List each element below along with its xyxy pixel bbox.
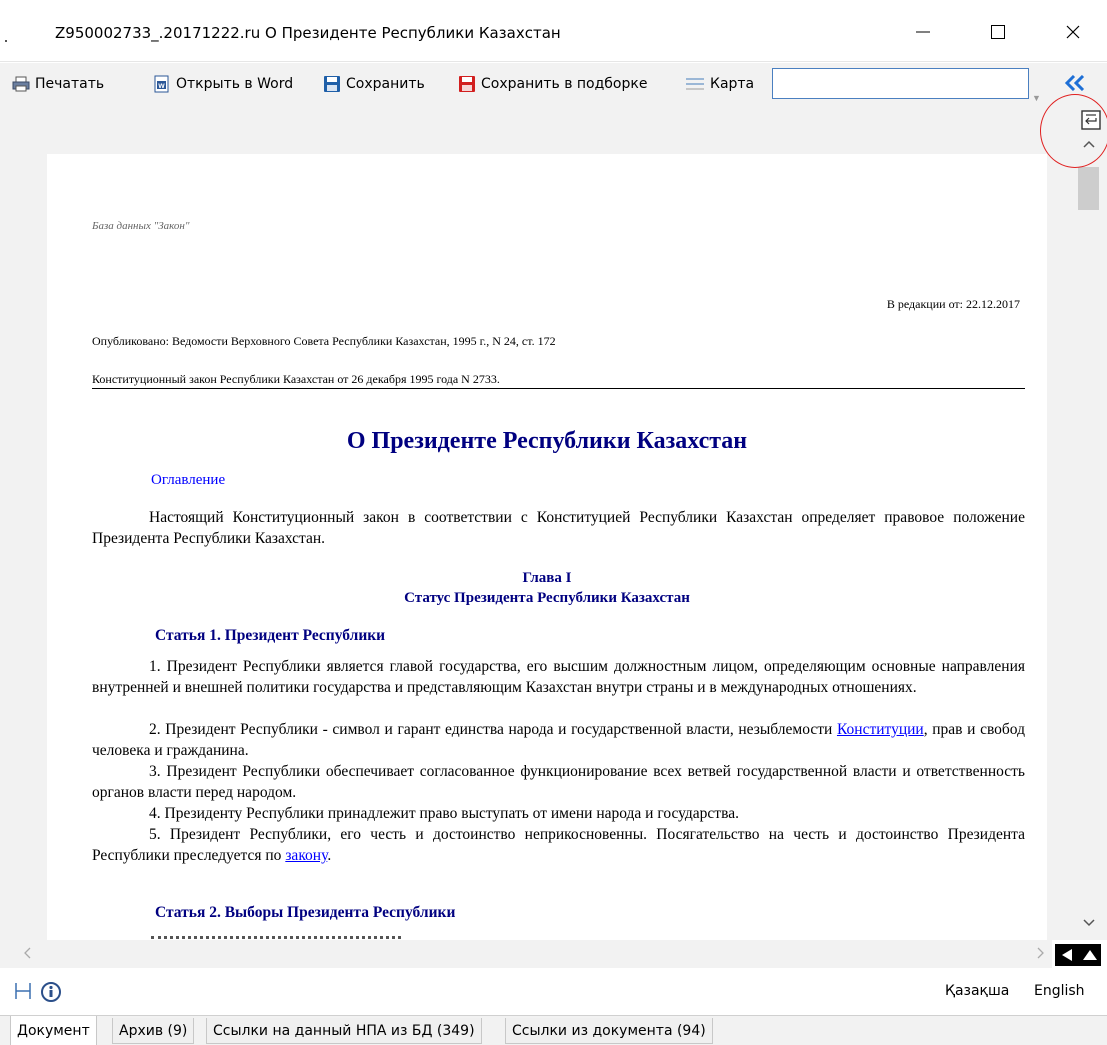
save-collection-button[interactable]: Сохранить в подборке [458, 73, 647, 95]
paragraph-4-text: 4. Президенту Республики принадлежит пра… [149, 805, 739, 822]
toc-link[interactable]: Оглавление [151, 472, 225, 489]
status-bar: Қазақша English [0, 968, 1107, 1014]
search-dropdown-icon[interactable]: ▼ [1032, 93, 1041, 103]
triangle-left-icon [1061, 949, 1072, 961]
tab-links-to[interactable]: Ссылки на данный НПА из БД (349) [206, 1018, 482, 1044]
floppy-red-icon [459, 76, 475, 92]
floppy-icon [324, 76, 340, 92]
article-1-paragraph-5: 5. Президент Республики, его честь и дос… [92, 824, 1025, 866]
search-field[interactable] [772, 68, 1029, 99]
prev-page-button[interactable] [1055, 944, 1078, 966]
paragraph-5-tail: . [327, 847, 332, 864]
save-label: Сохранить [346, 76, 425, 92]
document-edition: В редакции от: 22.12.2017 [886, 297, 1020, 311]
save-button[interactable]: Сохранить [323, 73, 425, 95]
horizontal-scrollbar[interactable] [0, 940, 1052, 968]
document-page: База данных "Закон" В редакции от: 22.12… [47, 154, 1047, 940]
minimize-icon [916, 31, 930, 33]
scroll-right-icon[interactable] [1036, 946, 1046, 960]
article-1-paragraph-3: 3. Президент Республики обеспечивает сог… [92, 761, 1025, 803]
save-collection-label: Сохранить в подборке [481, 76, 648, 92]
close-button[interactable] [1050, 14, 1096, 50]
collapse-panel-button[interactable] [1060, 71, 1090, 95]
map-label: Карта [710, 76, 755, 92]
article-2-heading: Статья 2. Выборы Президента Республики [155, 904, 456, 921]
open-word-label: Открыть в Word [176, 76, 294, 92]
tab-document[interactable]: Документ [10, 1016, 97, 1045]
title-bar: Z950002733_.20171222.ru О Президенте Рес… [0, 0, 1107, 62]
triangle-up-icon [1082, 950, 1097, 960]
scroll-left-icon[interactable] [22, 946, 32, 960]
article-1-paragraph-2: 2. Президент Республики - символ и гаран… [92, 719, 1025, 761]
minimize-button[interactable] [900, 14, 946, 50]
page-nav-buttons [1055, 944, 1101, 966]
chapter-number: Глава I [522, 570, 572, 586]
document-title: О Президенте Республики Казахстан [346, 428, 748, 454]
vertical-scrollbar[interactable] [1072, 135, 1106, 940]
scroll-thumb[interactable] [1078, 167, 1099, 210]
maximize-button[interactable] [975, 14, 1021, 50]
printer-icon [12, 76, 30, 92]
open-word-button[interactable]: w Открыть в Word [153, 73, 293, 95]
law-link[interactable]: закону [285, 847, 327, 864]
highlight-circle [1040, 94, 1107, 168]
document-law-ref: Конституционный закон Республики Казахст… [92, 372, 1025, 389]
word-icon: w [154, 75, 169, 93]
double-chevron-left-icon [1064, 75, 1085, 91]
map-button[interactable]: Карта [685, 73, 754, 95]
intro-text: Настоящий Конституционный закон в соотве… [92, 509, 1025, 547]
paragraph-2-text: 2. Президент Республики - символ и гаран… [149, 721, 837, 738]
svg-text:w: w [157, 81, 165, 90]
toolbar: Печатать w Открыть в Word Сохранить Сохр… [0, 63, 1107, 105]
print-button[interactable]: Печатать [12, 73, 104, 95]
maximize-icon [991, 25, 1005, 39]
search-input[interactable] [773, 69, 1028, 98]
lang-kazakh-link[interactable]: Қазақша [945, 983, 1009, 999]
constitution-link[interactable]: Конституции [837, 721, 924, 738]
bottom-tabs: Документ Архив (9) Ссылки на данный НПА … [0, 1015, 1107, 1045]
chevron-down-icon [1083, 919, 1095, 927]
tab-links-from[interactable]: Ссылки из документа (94) [505, 1018, 713, 1044]
map-icon [686, 78, 704, 90]
paragraph-1-text: 1. Президент Республики является главой … [92, 658, 1025, 696]
article-1-paragraph-4: 4. Президенту Республики принадлежит пра… [92, 803, 1025, 824]
lang-english-link[interactable]: English [1034, 983, 1085, 999]
chapter-title: Статус Президента Республики Казахстан [404, 590, 690, 606]
scroll-down-button[interactable] [1072, 918, 1106, 934]
document-source: База данных "Закон" [92, 220, 190, 232]
app-icon [5, 40, 7, 42]
article-1-paragraph-1: 1. Президент Республики является главой … [92, 656, 1025, 698]
article-1-heading: Статья 1. Президент Республики [155, 627, 386, 644]
document-published: Опубликовано: Ведомости Верховного Совет… [92, 334, 556, 348]
info-icon[interactable] [40, 981, 62, 1003]
intro-paragraph: Настоящий Конституционный закон в соотве… [92, 507, 1025, 549]
close-icon [1066, 25, 1080, 39]
print-label: Печатать [35, 76, 105, 92]
window-title: Z950002733_.20171222.ru О Президенте Рес… [55, 24, 561, 42]
split-view-icon[interactable] [14, 981, 32, 1001]
paragraph-5-text: 5. Президент Республики, его честь и дос… [92, 826, 1025, 864]
up-page-button[interactable] [1078, 944, 1101, 966]
tab-archive[interactable]: Архив (9) [112, 1018, 195, 1044]
paragraph-3-text: 3. Президент Республики обеспечивает сог… [92, 763, 1025, 801]
